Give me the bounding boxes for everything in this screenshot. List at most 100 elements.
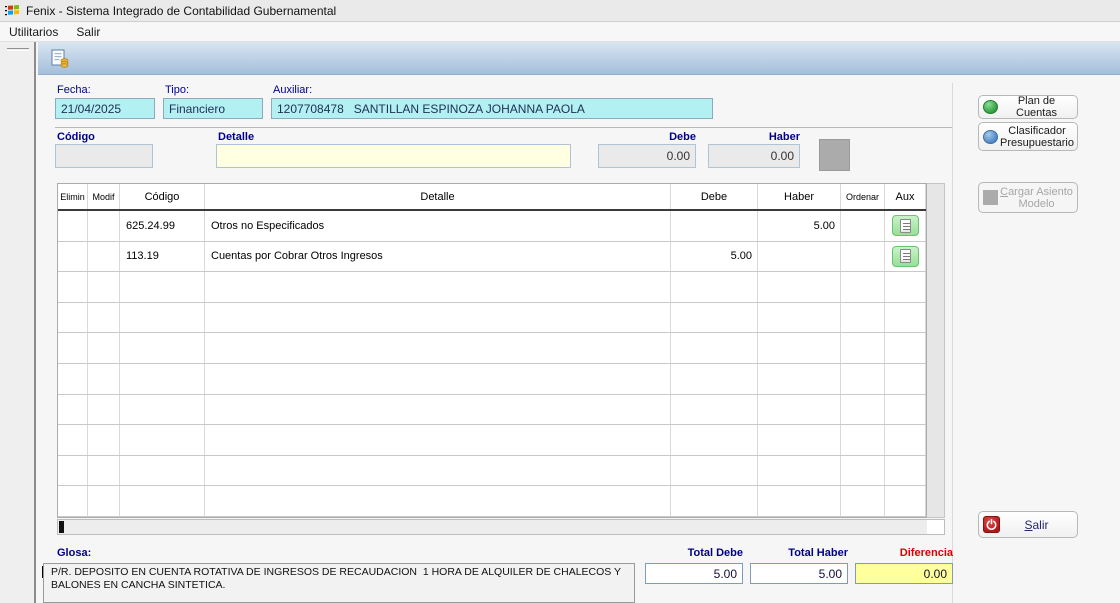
table-row[interactable] [58, 272, 926, 303]
table-row[interactable] [58, 364, 926, 395]
aux-button[interactable] [892, 246, 919, 267]
header-modif[interactable]: Modif [88, 184, 120, 209]
header-ordenar[interactable]: Ordenar [841, 184, 885, 209]
cell-debe: 5.00 [671, 242, 758, 272]
form-content: Fecha: 21/04/2025 Tipo: Financiero Auxil… [38, 75, 1120, 603]
header-haber[interactable]: Haber [758, 184, 841, 209]
cell-haber [758, 303, 841, 333]
cell-detalle [205, 333, 671, 363]
cell-ordenar [841, 456, 885, 486]
cell-codigo [120, 364, 205, 394]
menu-utilitarios[interactable]: Utilitarios [0, 23, 67, 41]
text-caret [42, 566, 43, 578]
cell-detalle [205, 364, 671, 394]
cell-ordenar [841, 242, 885, 272]
fecha-label: Fecha: [57, 84, 91, 96]
cell-aux [885, 242, 926, 272]
table-row[interactable]: 113.19Cuentas por Cobrar Otros Ingresos5… [58, 242, 926, 273]
cell-elimin [58, 242, 88, 272]
cell-codigo [120, 395, 205, 425]
cell-modif [88, 242, 120, 272]
cell-debe [671, 211, 758, 241]
aux-button[interactable] [892, 215, 919, 236]
cell-detalle [205, 456, 671, 486]
table-row[interactable] [58, 303, 926, 334]
debe-input[interactable]: 0.00 [598, 144, 696, 168]
total-debe-value: 5.00 [645, 563, 743, 584]
document-coins-icon [49, 48, 71, 70]
header-elimin[interactable]: Elimin [58, 184, 88, 209]
toolbar [38, 42, 1120, 75]
clasificador-presupuestario-button[interactable]: Clasificador Presupuestario [978, 122, 1078, 151]
fecha-field[interactable]: 21/04/2025 [55, 98, 155, 119]
scrollbar-thumb[interactable] [59, 521, 64, 533]
table-row[interactable] [58, 333, 926, 364]
cell-codigo [120, 486, 205, 516]
cell-codigo [120, 272, 205, 302]
cell-detalle [205, 303, 671, 333]
detalle-input[interactable] [216, 144, 571, 168]
cell-debe [671, 272, 758, 302]
cell-detalle [205, 486, 671, 516]
cell-modif [88, 425, 120, 455]
table-row[interactable]: 625.24.99Otros no Especificados5.00 [58, 211, 926, 242]
cell-ordenar [841, 425, 885, 455]
auxiliar-label: Auxiliar: [273, 84, 312, 96]
left-dock-strip[interactable] [0, 42, 36, 603]
grip-handle-icon [7, 48, 29, 51]
app-window: Fenix - Sistema Integrado de Contabilida… [0, 0, 1120, 603]
cell-modif [88, 303, 120, 333]
cell-aux [885, 425, 926, 455]
title-bar[interactable]: Fenix - Sistema Integrado de Contabilida… [0, 0, 1120, 22]
cell-elimin [58, 211, 88, 241]
cell-haber [758, 425, 841, 455]
codigo-label: Código [57, 131, 95, 143]
header-codigo[interactable]: Código [120, 184, 205, 209]
haber-input[interactable]: 0.00 [708, 144, 800, 168]
cell-detalle [205, 272, 671, 302]
glosa-label: Glosa: [57, 547, 91, 559]
table-row[interactable] [58, 425, 926, 456]
glosa-textarea[interactable]: P/R. DEPOSITO EN CUENTA ROTATIVA DE INGR… [43, 563, 635, 603]
haber-label: Haber [708, 131, 800, 143]
table-row[interactable] [58, 395, 926, 426]
cell-codigo [120, 425, 205, 455]
cell-codigo [120, 456, 205, 486]
cell-aux [885, 333, 926, 363]
cell-elimin [58, 395, 88, 425]
cell-detalle [205, 425, 671, 455]
cell-debe [671, 333, 758, 363]
main-area: Fecha: 21/04/2025 Tipo: Financiero Auxil… [38, 42, 1120, 603]
cell-aux [885, 364, 926, 394]
cell-elimin [58, 333, 88, 363]
menu-salir[interactable]: Salir [67, 23, 109, 41]
cell-debe [671, 425, 758, 455]
plan-de-cuentas-button[interactable]: Plan de Cuentas [978, 95, 1078, 119]
salir-button[interactable]: Salir [978, 511, 1078, 538]
cell-codigo [120, 303, 205, 333]
header-aux[interactable]: Aux [885, 184, 926, 209]
cell-modif [88, 486, 120, 516]
cell-codigo: 625.24.99 [120, 211, 205, 241]
cargar-asiento-modelo-button[interactable]: Cargar Asiento Modelo [978, 182, 1078, 213]
diferencia-value: 0.00 [855, 563, 953, 584]
plan-de-cuentas-label: Plan de Cuentas [1000, 95, 1073, 119]
tipo-field[interactable]: Financiero [163, 98, 263, 119]
entry-action-button[interactable] [819, 139, 850, 171]
horizontal-scrollbar[interactable] [57, 519, 945, 535]
header-detalle[interactable]: Detalle [205, 184, 671, 209]
vertical-scrollbar[interactable] [927, 183, 945, 518]
total-haber-label: Total Haber [750, 547, 848, 559]
detalle-label: Detalle [218, 131, 254, 143]
document-icon [900, 219, 911, 233]
cell-debe [671, 456, 758, 486]
total-debe-label: Total Debe [645, 547, 743, 559]
auxiliar-field[interactable]: 1207708478 SANTILLAN ESPINOZA JOHANNA PA… [271, 98, 713, 119]
table-row[interactable] [58, 486, 926, 517]
header-debe[interactable]: Debe [671, 184, 758, 209]
table-row[interactable] [58, 456, 926, 487]
salir-label: Salir [1000, 519, 1073, 531]
cell-haber [758, 364, 841, 394]
new-entry-button[interactable] [47, 46, 73, 71]
codigo-input[interactable] [55, 144, 153, 168]
